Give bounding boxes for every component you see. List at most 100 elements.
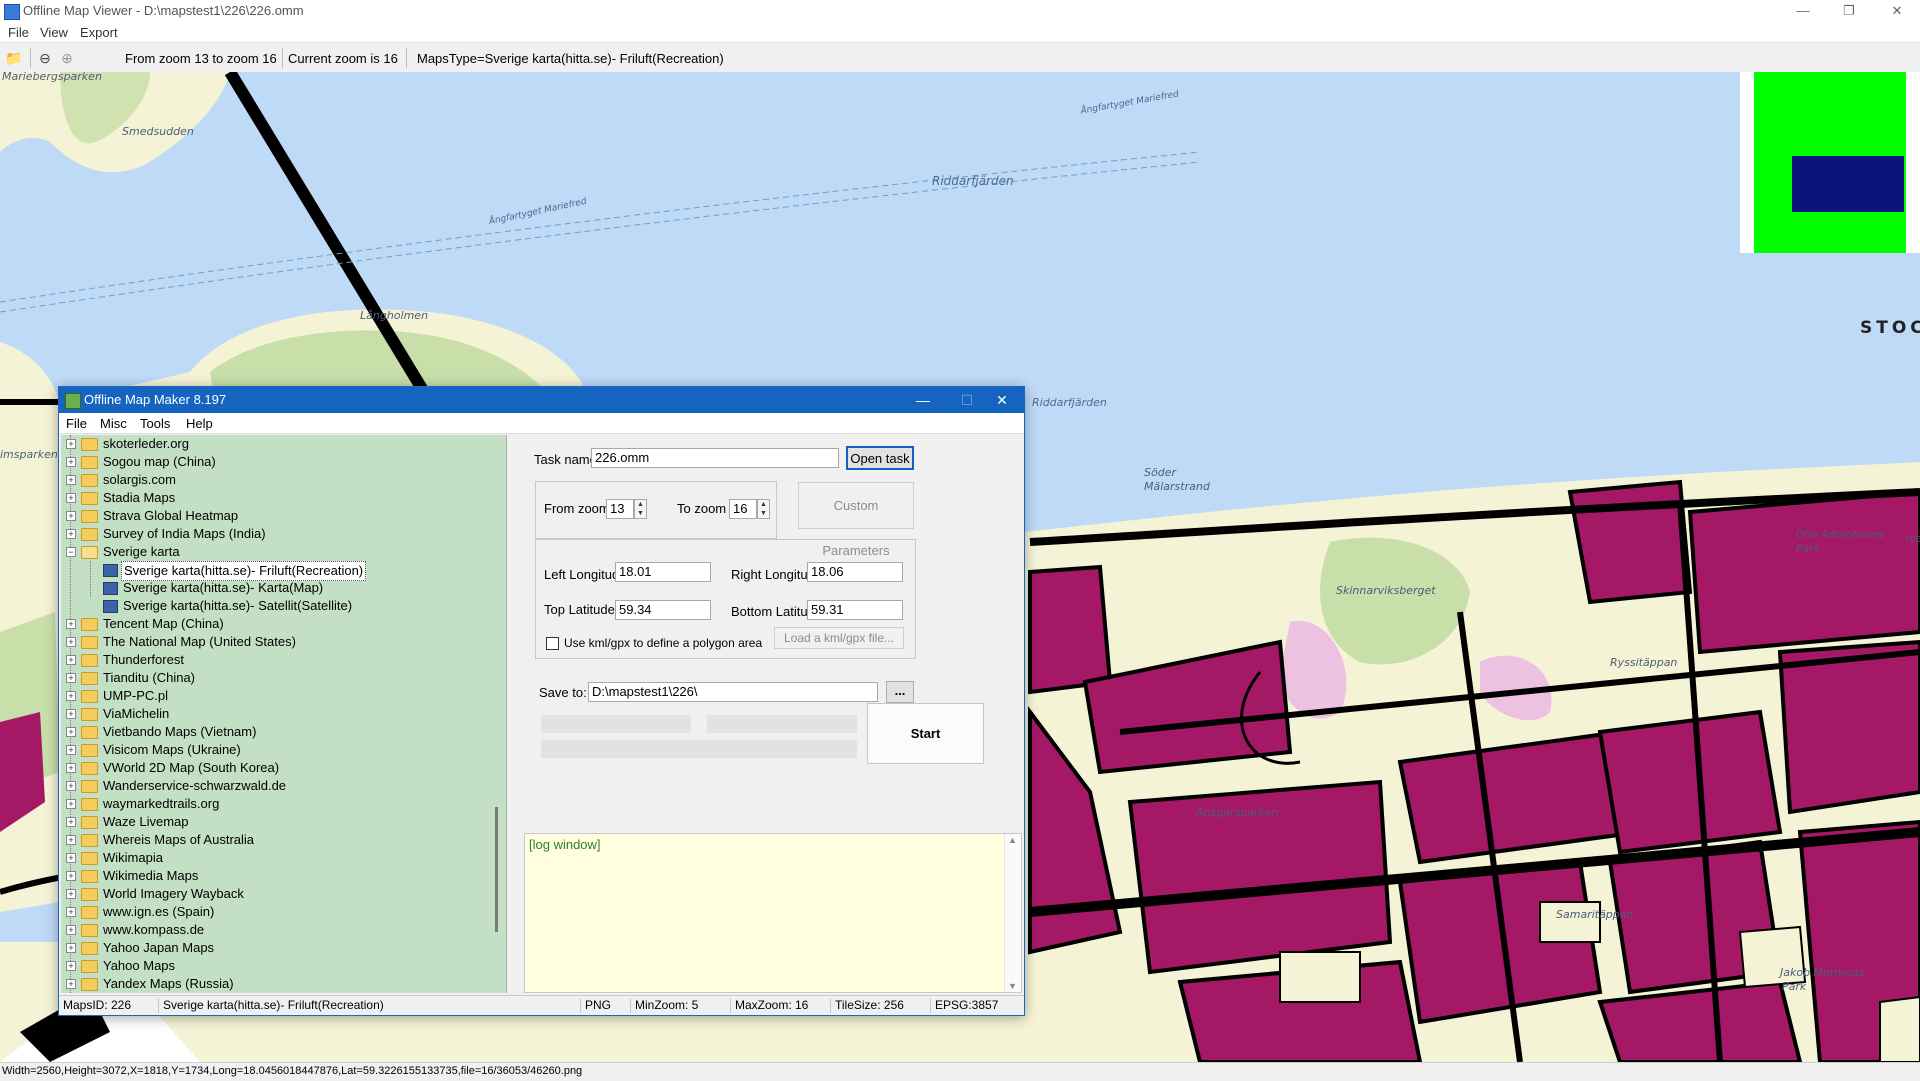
tree-item[interactable]: + The National Map (United States) [61, 633, 501, 651]
overview-minimap[interactable] [1740, 72, 1920, 253]
dialog-titlebar[interactable]: Offline Map Maker 8.197 — ☐ ✕ [59, 387, 1024, 413]
tree-item[interactable]: + Sogou map (China) [61, 453, 501, 471]
expand-icon[interactable]: + [66, 637, 76, 647]
left-longitude-input[interactable] [615, 562, 711, 582]
expand-icon[interactable]: + [66, 439, 76, 449]
expand-icon[interactable]: + [66, 943, 76, 953]
zoom-in-icon[interactable]: ⊕ [58, 49, 76, 67]
expand-icon[interactable]: + [66, 889, 76, 899]
tree-scrollbar-thumb[interactable] [495, 807, 498, 932]
dialog-menu-help[interactable]: Help [186, 416, 213, 431]
tree-item[interactable]: + skoterleder.org [61, 435, 501, 453]
kml-polygon-checkbox[interactable] [546, 637, 559, 650]
expand-icon[interactable]: + [66, 871, 76, 881]
expand-icon[interactable]: + [66, 907, 76, 917]
tree-item[interactable]: + ViaMichelin [61, 705, 501, 723]
tree-item[interactable]: + www.kompass.de [61, 921, 501, 939]
minimap-viewport[interactable] [1792, 156, 1904, 212]
expand-icon[interactable]: + [66, 799, 76, 809]
menu-file[interactable]: File [8, 25, 29, 40]
task-name-input[interactable] [591, 448, 839, 468]
expand-icon[interactable]: + [66, 457, 76, 467]
scroll-down-icon[interactable]: ▼ [1008, 981, 1017, 991]
tree-item[interactable]: + Stadia Maps [61, 489, 501, 507]
minimize-icon[interactable]: — [1780, 0, 1826, 22]
status-format: PNG [581, 998, 631, 1013]
restore-icon[interactable]: ❐ [1826, 0, 1872, 22]
dialog-close-icon[interactable]: ✕ [980, 387, 1024, 413]
menu-export[interactable]: Export [80, 25, 118, 40]
expand-icon[interactable]: + [66, 475, 76, 485]
to-zoom-input[interactable] [729, 499, 757, 519]
tree-item[interactable]: + World Imagery Wayback [61, 885, 501, 903]
tree-item[interactable]: + Survey of India Maps (India) [61, 525, 501, 543]
tree-item[interactable]: + VWorld 2D Map (South Korea) [61, 759, 501, 777]
collapse-icon[interactable]: − [66, 547, 76, 557]
tree-child-selected[interactable]: Sverige karta(hitta.se)- Friluft(Recreat… [61, 561, 501, 581]
zoom-out-icon[interactable]: ⊖ [36, 49, 54, 67]
expand-icon[interactable]: + [66, 655, 76, 665]
save-to-input[interactable] [588, 682, 878, 702]
expand-icon[interactable]: + [66, 763, 76, 773]
expand-icon[interactable]: + [66, 979, 76, 989]
expand-icon[interactable]: + [66, 619, 76, 629]
offline-map-maker-dialog: Offline Map Maker 8.197 — ☐ ✕ File Misc … [58, 386, 1025, 1016]
dialog-menu-misc[interactable]: Misc [100, 416, 127, 431]
log-scrollbar[interactable]: ▲ ▼ [1004, 834, 1021, 992]
open-task-button[interactable]: Open task ... [846, 446, 914, 488]
tree-item[interactable]: + Wikimapia [61, 849, 501, 867]
status-max-zoom: MaxZoom: 16 [731, 998, 831, 1013]
scroll-up-icon[interactable]: ▲ [1008, 835, 1017, 845]
tree-item[interactable]: + Yandex Maps (Russia) [61, 975, 501, 993]
expand-icon[interactable]: + [66, 727, 76, 737]
to-zoom-stepper[interactable]: ▲ ▼ [757, 499, 770, 519]
tree-item-expanded[interactable]: − Sverige karta [61, 543, 501, 561]
tree-item[interactable]: + Tianditu (China) [61, 669, 501, 687]
from-zoom-input[interactable] [606, 499, 634, 519]
expand-icon[interactable]: + [66, 817, 76, 827]
expand-icon[interactable]: + [66, 691, 76, 701]
open-folder-icon[interactable]: 📁 [5, 49, 23, 67]
tree-child[interactable]: Sverige karta(hitta.se)- Karta(Map) [61, 579, 501, 597]
expand-icon[interactable]: + [66, 781, 76, 791]
tree-item[interactable]: + Yahoo Maps [61, 957, 501, 975]
bottom-latitude-input[interactable] [807, 600, 903, 620]
tree-item[interactable]: + Whereis Maps of Australia [61, 831, 501, 849]
tree-item[interactable]: + Waze Livemap [61, 813, 501, 831]
dialog-menu-file[interactable]: File [66, 416, 87, 431]
tree-item[interactable]: + Wanderservice-schwarzwald.de [61, 777, 501, 795]
dialog-minimize-icon[interactable]: — [901, 387, 945, 413]
tree-item[interactable]: + Visicom Maps (Ukraine) [61, 741, 501, 759]
expand-icon[interactable]: + [66, 745, 76, 755]
tree-item[interactable]: + solargis.com [61, 471, 501, 489]
tree-item[interactable]: + Vietbando Maps (Vietnam) [61, 723, 501, 741]
right-longitude-input[interactable] [807, 562, 903, 582]
expand-icon[interactable]: + [66, 925, 76, 935]
tree-item[interactable]: + Strava Global Heatmap [61, 507, 501, 525]
browse-button[interactable]: ... [886, 681, 914, 703]
tree-item[interactable]: + www.ign.es (Spain) [61, 903, 501, 921]
expand-icon[interactable]: + [66, 835, 76, 845]
tree-item[interactable]: + Wikimedia Maps [61, 867, 501, 885]
expand-icon[interactable]: + [66, 511, 76, 521]
tree-item[interactable]: + waymarkedtrails.org [61, 795, 501, 813]
tree-item[interactable]: + Yahoo Japan Maps [61, 939, 501, 957]
dialog-menu-tools[interactable]: Tools [140, 416, 170, 431]
start-button[interactable]: Start [867, 703, 984, 764]
expand-icon[interactable]: + [66, 493, 76, 503]
tree-item[interactable]: + Thunderforest [61, 651, 501, 669]
menu-view[interactable]: View [40, 25, 68, 40]
tree-item[interactable]: + Tencent Map (China) [61, 615, 501, 633]
expand-icon[interactable]: + [66, 529, 76, 539]
log-window[interactable]: [log window] ▲ ▼ [524, 833, 1022, 993]
from-zoom-stepper[interactable]: ▲ ▼ [634, 499, 647, 519]
tree-child[interactable]: Sverige karta(hitta.se)- Satellit(Satell… [61, 597, 501, 615]
top-latitude-input[interactable] [615, 600, 711, 620]
expand-icon[interactable]: + [66, 709, 76, 719]
close-icon[interactable]: ✕ [1874, 0, 1920, 22]
expand-icon[interactable]: + [66, 673, 76, 683]
expand-icon[interactable]: + [66, 961, 76, 971]
tree-item[interactable]: + UMP-PC.pl [61, 687, 501, 705]
expand-icon[interactable]: + [66, 853, 76, 863]
map-source-tree[interactable]: + skoterleder.org + Sogou map (China) + sol… [61, 435, 507, 993]
